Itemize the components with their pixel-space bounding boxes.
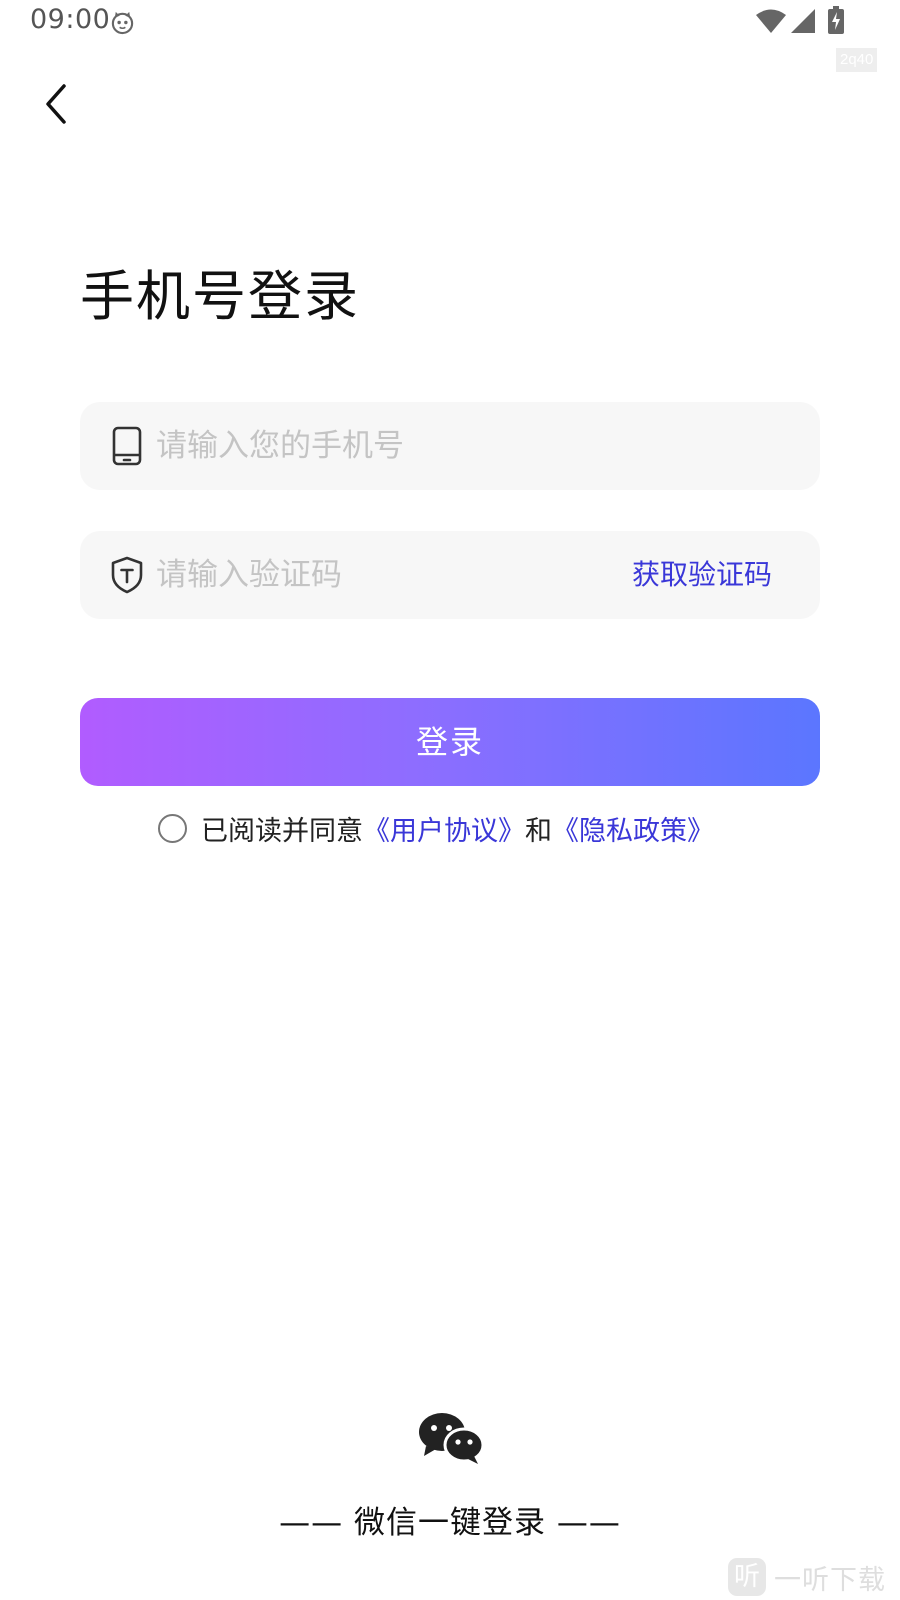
code-field[interactable]: 获取验证码 bbox=[80, 531, 820, 619]
phone-input[interactable] bbox=[156, 402, 796, 490]
login-button[interactable]: 登录 bbox=[80, 698, 820, 786]
cat-face-icon bbox=[111, 11, 134, 35]
user-agreement-link[interactable]: 《用户协议》 bbox=[363, 809, 525, 848]
code-input[interactable] bbox=[156, 531, 596, 619]
watermark-logo: 听 bbox=[728, 1558, 766, 1596]
phone-field[interactable] bbox=[80, 402, 820, 490]
wechat-login-label[interactable]: —— 微信一键登录 —— bbox=[0, 1497, 900, 1542]
page-title: 手机号登录 bbox=[80, 265, 360, 328]
watermark-text: 一听下载 bbox=[774, 1565, 886, 1596]
agreement-conjunction: 和 bbox=[525, 815, 552, 847]
agree-checkbox[interactable] bbox=[158, 813, 187, 843]
shield-icon bbox=[111, 556, 143, 594]
back-button[interactable] bbox=[36, 78, 80, 130]
corner-watermark: 听 一听下载 bbox=[724, 1552, 900, 1600]
get-code-button[interactable]: 获取验证码 bbox=[632, 531, 772, 619]
agreement-prefix: 已阅读并同意 bbox=[201, 815, 363, 847]
login-screen: 09:00 2q40 手机号登录 请输入您的手机号 请输入验证码 获取验证码 登… bbox=[0, 0, 900, 1600]
phone-icon bbox=[112, 426, 142, 466]
battery-charging-icon bbox=[828, 6, 844, 34]
wifi-icon bbox=[756, 9, 786, 33]
watermark-code: 2q40 bbox=[836, 48, 878, 72]
agreement-row: 已阅读并同意 《用户协议》 和 《隐私政策》 bbox=[158, 809, 714, 848]
wechat-icon[interactable] bbox=[416, 1410, 484, 1466]
privacy-policy-link[interactable]: 《隐私政策》 bbox=[552, 809, 714, 848]
status-bar: 09:00 2q40 bbox=[0, 0, 900, 72]
signal-icon bbox=[791, 9, 815, 33]
chevron-left-icon bbox=[46, 84, 66, 124]
status-time: 09:00 bbox=[30, 4, 111, 35]
